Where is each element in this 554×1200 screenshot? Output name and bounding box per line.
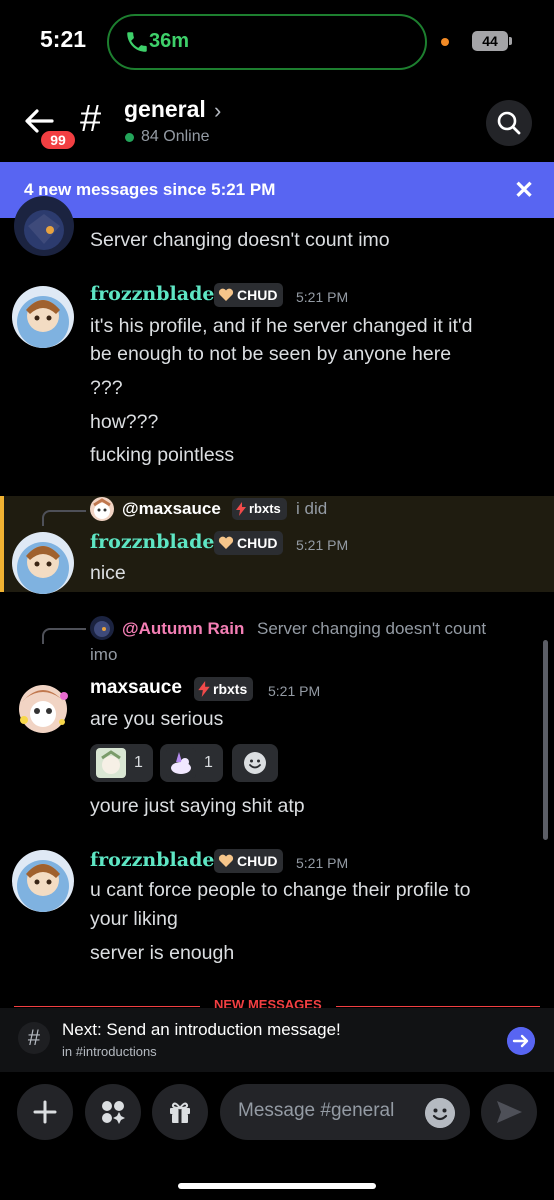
reply-text: Server changing doesn't count <box>257 619 487 638</box>
message-author[interactable]: maxsauce <box>90 677 182 699</box>
message-author[interactable]: frozznblade <box>90 283 214 305</box>
apps-button[interactable] <box>85 1084 141 1140</box>
role-tag-label: CHUD <box>237 535 278 551</box>
reply-avatar[interactable] <box>90 497 114 521</box>
channel-hash-icon: # <box>80 98 102 140</box>
add-reaction-button[interactable] <box>232 744 278 782</box>
scrollbar[interactable] <box>543 640 548 840</box>
message-text: fucking pointless <box>90 444 235 466</box>
battery-tip <box>509 37 512 45</box>
message-text: Server changing doesn't count imo <box>90 229 390 251</box>
arrow-right-icon[interactable] <box>507 1027 535 1055</box>
message-placeholder: Message #general <box>238 1100 395 1121</box>
avatar[interactable] <box>12 286 74 348</box>
online-count: 84 Online <box>141 128 210 145</box>
reaction-button[interactable]: 1 <box>160 744 223 782</box>
reply-author[interactable]: @Autumn Rain <box>122 619 244 639</box>
reply-text: imo <box>90 645 118 664</box>
send-button[interactable] <box>481 1084 537 1140</box>
reply-connector <box>42 510 86 526</box>
message-text: u cant force people to change their prof… <box>90 879 471 901</box>
role-tag[interactable]: CHUD <box>214 849 284 873</box>
timestamp: 5:21 PM <box>296 537 349 553</box>
role-tag[interactable]: rbxts <box>194 677 254 701</box>
role-tag[interactable]: CHUD <box>214 531 284 555</box>
avatar[interactable] <box>12 532 74 594</box>
message-input[interactable]: Message #general <box>220 1084 470 1140</box>
timestamp: 5:21 PM <box>268 683 321 699</box>
next-step-title: Next: Send an introduction message! <box>62 1020 341 1039</box>
gift-button[interactable] <box>152 1084 208 1140</box>
reply-author[interactable]: @maxsauce <box>122 499 221 519</box>
role-tag: rbxts <box>232 498 287 520</box>
role-tag-label: rbxts <box>213 681 248 697</box>
message-author[interactable]: frozznblade <box>90 531 214 553</box>
new-messages-bar[interactable]: 4 new messages since 5:21 PM ✕ <box>0 162 554 218</box>
lightning-icon <box>236 502 246 516</box>
message-author[interactable]: frozznblade <box>90 849 214 871</box>
heart-icon <box>218 536 234 549</box>
channel-name[interactable]: general <box>124 96 206 123</box>
plus-icon <box>33 1100 57 1124</box>
battery-icon: 44 <box>472 31 508 51</box>
message-text: server is enough <box>90 942 235 964</box>
new-messages-text: 4 new messages since 5:21 PM <box>24 180 276 199</box>
reaction-emoji <box>96 748 126 778</box>
home-indicator[interactable] <box>178 1183 376 1189</box>
mic-indicator <box>441 38 449 46</box>
call-duration: 36m <box>149 30 190 52</box>
mention-bar <box>0 496 4 592</box>
message-text: are you serious <box>90 708 224 730</box>
phone-icon <box>127 32 147 52</box>
next-step-subtitle: in #introductions <box>62 1044 157 1059</box>
send-icon <box>497 1101 522 1123</box>
search-button[interactable] <box>486 100 532 146</box>
avatar[interactable] <box>12 676 74 738</box>
smiley-icon <box>244 752 266 774</box>
message-text: youre just saying shit atp <box>90 795 305 817</box>
message-text: your liking <box>90 908 178 930</box>
lightning-icon <box>198 681 210 697</box>
reaction-emoji <box>166 748 196 778</box>
unread-badge: 99 <box>38 128 78 152</box>
close-icon[interactable]: ✕ <box>514 176 534 205</box>
message-text: be enough to not be seen by anyone here <box>90 343 452 365</box>
reply-text: i did <box>296 499 328 518</box>
apps-icon <box>102 1101 125 1124</box>
heart-icon <box>218 854 234 867</box>
timestamp: 5:21 PM <box>296 289 349 305</box>
reaction-button[interactable]: 1 <box>90 744 153 782</box>
avatar[interactable] <box>12 850 74 912</box>
emoji-icon[interactable] <box>425 1098 455 1128</box>
online-dot <box>125 133 134 142</box>
chevron-right-icon[interactable]: › <box>214 98 221 124</box>
reaction-count: 1 <box>134 754 143 771</box>
role-tag-label: rbxts <box>249 501 281 516</box>
message-text: nice <box>90 562 126 584</box>
role-tag-label: CHUD <box>237 287 278 303</box>
reply-connector <box>42 628 86 644</box>
message-text: how??? <box>90 411 159 433</box>
call-pill[interactable]: 36m <box>107 14 427 70</box>
message-text: ??? <box>90 377 123 399</box>
timestamp: 5:21 PM <box>296 855 349 871</box>
reply-avatar[interactable] <box>90 616 114 640</box>
add-attachment-button[interactable] <box>17 1084 73 1140</box>
next-step-card[interactable]: # Next: Send an introduction message! in… <box>0 1008 554 1072</box>
role-tag-label: CHUD <box>237 853 278 869</box>
gift-icon <box>170 1102 190 1123</box>
channel-hash-icon: # <box>18 1022 50 1054</box>
heart-icon <box>218 288 234 301</box>
avatar[interactable] <box>14 196 74 256</box>
status-time: 5:21 <box>40 26 87 52</box>
role-tag[interactable]: CHUD <box>214 283 284 307</box>
reaction-count: 1 <box>204 754 213 771</box>
search-icon <box>497 111 521 135</box>
